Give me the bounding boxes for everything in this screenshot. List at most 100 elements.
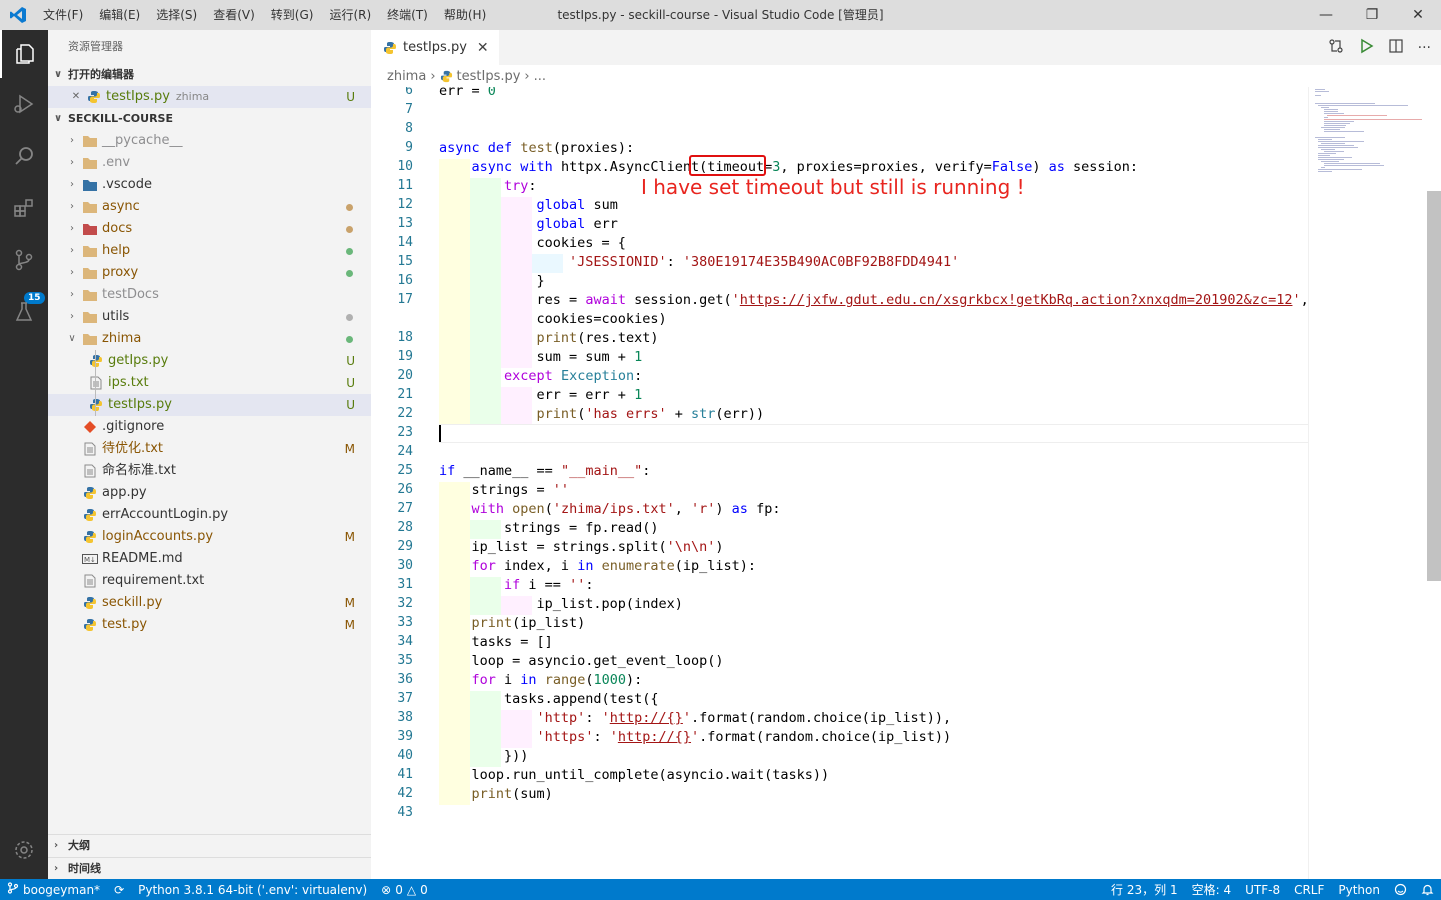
menu-terminal[interactable]: 终端(T) (379, 0, 436, 30)
code-line: cookies = { (439, 235, 626, 251)
status-dot (346, 225, 353, 233)
language-mode[interactable]: Python (1331, 881, 1387, 898)
file-item[interactable]: M↓ README.md (48, 548, 371, 570)
open-editor-item[interactable]: ✕ testIps.py zhima U (48, 86, 371, 108)
python-file-icon (440, 70, 453, 83)
python-interpreter[interactable]: Python 3.8.1 64-bit ('.env': virtualenv) (131, 883, 374, 897)
svg-text:M↓: M↓ (84, 556, 96, 564)
chevron-right-icon: › (70, 201, 74, 212)
notifications-bell-icon[interactable] (1414, 881, 1441, 898)
tab-testips[interactable]: testIps.py ✕ (371, 30, 499, 65)
explorer-icon[interactable] (0, 30, 48, 78)
outline-label: 大纲 (68, 839, 90, 852)
folder-item[interactable]: › proxy (48, 262, 371, 284)
breadcrumb-folder[interactable]: zhima (387, 69, 426, 84)
extensions-icon[interactable] (0, 184, 48, 232)
settings-gear-icon[interactable] (0, 826, 48, 874)
file-item[interactable]: ips.txt U (48, 372, 371, 394)
status-dot (346, 247, 353, 255)
folder-item[interactable]: › docs (48, 218, 371, 240)
end-of-line[interactable]: CRLF (1287, 881, 1331, 898)
branch-indicator[interactable]: boogeyman* (0, 882, 107, 897)
status-dot (346, 269, 353, 277)
compare-changes-icon[interactable] (1328, 38, 1344, 58)
line-number: 38 (397, 710, 413, 725)
sync-icon[interactable]: ⟳ (107, 883, 131, 897)
indentation[interactable]: 空格: 4 (1185, 881, 1239, 898)
open-editors-header[interactable]: ∨ 打开的编辑器 (48, 64, 371, 86)
python-file-icon (84, 90, 104, 104)
maximize-button[interactable]: ❐ (1349, 0, 1395, 30)
python-file-icon (80, 508, 100, 522)
file-item[interactable]: seckill.py M (48, 592, 371, 614)
file-item[interactable]: test.py M (48, 614, 371, 636)
source-control-icon[interactable] (0, 236, 48, 284)
code-line: with open('zhima/ips.txt', 'r') as fp: (471, 501, 781, 517)
problems-indicator[interactable]: ⊗ 0 △ 0 (374, 883, 435, 897)
git-status: U (346, 376, 355, 390)
chevron-right-icon: › (70, 245, 74, 256)
breadcrumb-symbol[interactable]: ... (534, 69, 546, 84)
folder-item[interactable]: › .vscode (48, 174, 371, 196)
line-number: 43 (397, 805, 413, 820)
feedback-icon[interactable] (1387, 881, 1414, 898)
explorer-sidebar: 资源管理器 ∨ 打开的编辑器 ✕ testIps.py zhima U ∨ SECK… (48, 30, 371, 879)
run-file-icon[interactable] (1358, 38, 1374, 58)
split-editor-icon[interactable] (1388, 38, 1404, 58)
code-line: })) (439, 748, 529, 764)
line-number: 24 (397, 444, 413, 459)
outline-header[interactable]: › 大纲 (48, 835, 371, 857)
more-actions-icon[interactable]: ··· (1418, 40, 1431, 56)
file-name: 命名标准.txt (102, 463, 177, 478)
file-item[interactable]: 命名标准.txt (48, 460, 371, 482)
file-item[interactable]: requirement.txt (48, 570, 371, 592)
folder-item[interactable]: ∨ zhima (48, 328, 371, 350)
cursor-position[interactable]: 行 23，列 1 (1104, 881, 1185, 898)
line-number: 7 (405, 102, 413, 117)
search-icon[interactable] (0, 132, 48, 180)
line-number: 18 (397, 330, 413, 345)
file-item[interactable]: loginAccounts.py M (48, 526, 371, 548)
folder-item[interactable]: › .env (48, 152, 371, 174)
file-item[interactable]: 待优化.txt M (48, 438, 371, 460)
close-button[interactable]: ✕ (1395, 0, 1441, 30)
testing-icon[interactable] (0, 288, 48, 336)
folder-item[interactable]: › testDocs (48, 284, 371, 306)
folder-item[interactable]: › __pycache__ (48, 130, 371, 152)
chevron-down-icon: ∨ (68, 333, 76, 344)
timeline-header[interactable]: › 时间线 (48, 857, 371, 879)
line-number: 35 (397, 653, 413, 668)
file-item[interactable]: getIps.py U (48, 350, 371, 372)
text-file-icon (80, 574, 100, 588)
folder-item[interactable]: › utils (48, 306, 371, 328)
vertical-scrollbar[interactable] (1427, 191, 1441, 581)
file-item[interactable]: errAccountLogin.py (48, 504, 371, 526)
menu-file[interactable]: 文件(F) (35, 0, 91, 30)
encoding[interactable]: UTF-8 (1238, 881, 1287, 898)
code-editor[interactable]: 6 err = 0 7 8 9 async def test(proxies): 10 as… (371, 87, 1441, 879)
file-item[interactable]: testIps.py U (48, 394, 371, 416)
minimize-button[interactable]: — (1303, 0, 1349, 30)
file-item[interactable]: .gitignore (48, 416, 371, 438)
menu-bar: 文件(F) 编辑(E) 选择(S) 查看(V) 转到(G) 运行(R) 终端(T… (35, 0, 494, 30)
line-number: 9 (405, 140, 413, 155)
activity-bar: 15 (0, 30, 48, 879)
menu-view[interactable]: 查看(V) (205, 0, 263, 30)
minimap[interactable] (1308, 87, 1426, 879)
file-item[interactable]: app.py (48, 482, 371, 504)
line-number: 16 (397, 273, 413, 288)
folder-item[interactable]: › help (48, 240, 371, 262)
close-icon[interactable]: ✕ (68, 86, 84, 108)
run-debug-icon[interactable] (0, 80, 48, 128)
menu-help[interactable]: 帮助(H) (436, 0, 494, 30)
close-tab-icon[interactable]: ✕ (477, 40, 489, 56)
code-line: 'JSESSIONID': '380E19174E35B490AC0BF92B8… (569, 254, 960, 270)
menu-selection[interactable]: 选择(S) (148, 0, 205, 30)
workspace-header[interactable]: ∨ SECKILL-COURSE (48, 108, 371, 130)
breadcrumb-file[interactable]: testIps.py (457, 69, 521, 84)
menu-run[interactable]: 运行(R) (321, 0, 379, 30)
file-name: zhima (102, 331, 142, 346)
folder-item[interactable]: › async (48, 196, 371, 218)
menu-go[interactable]: 转到(G) (263, 0, 322, 30)
menu-edit[interactable]: 编辑(E) (91, 0, 148, 30)
